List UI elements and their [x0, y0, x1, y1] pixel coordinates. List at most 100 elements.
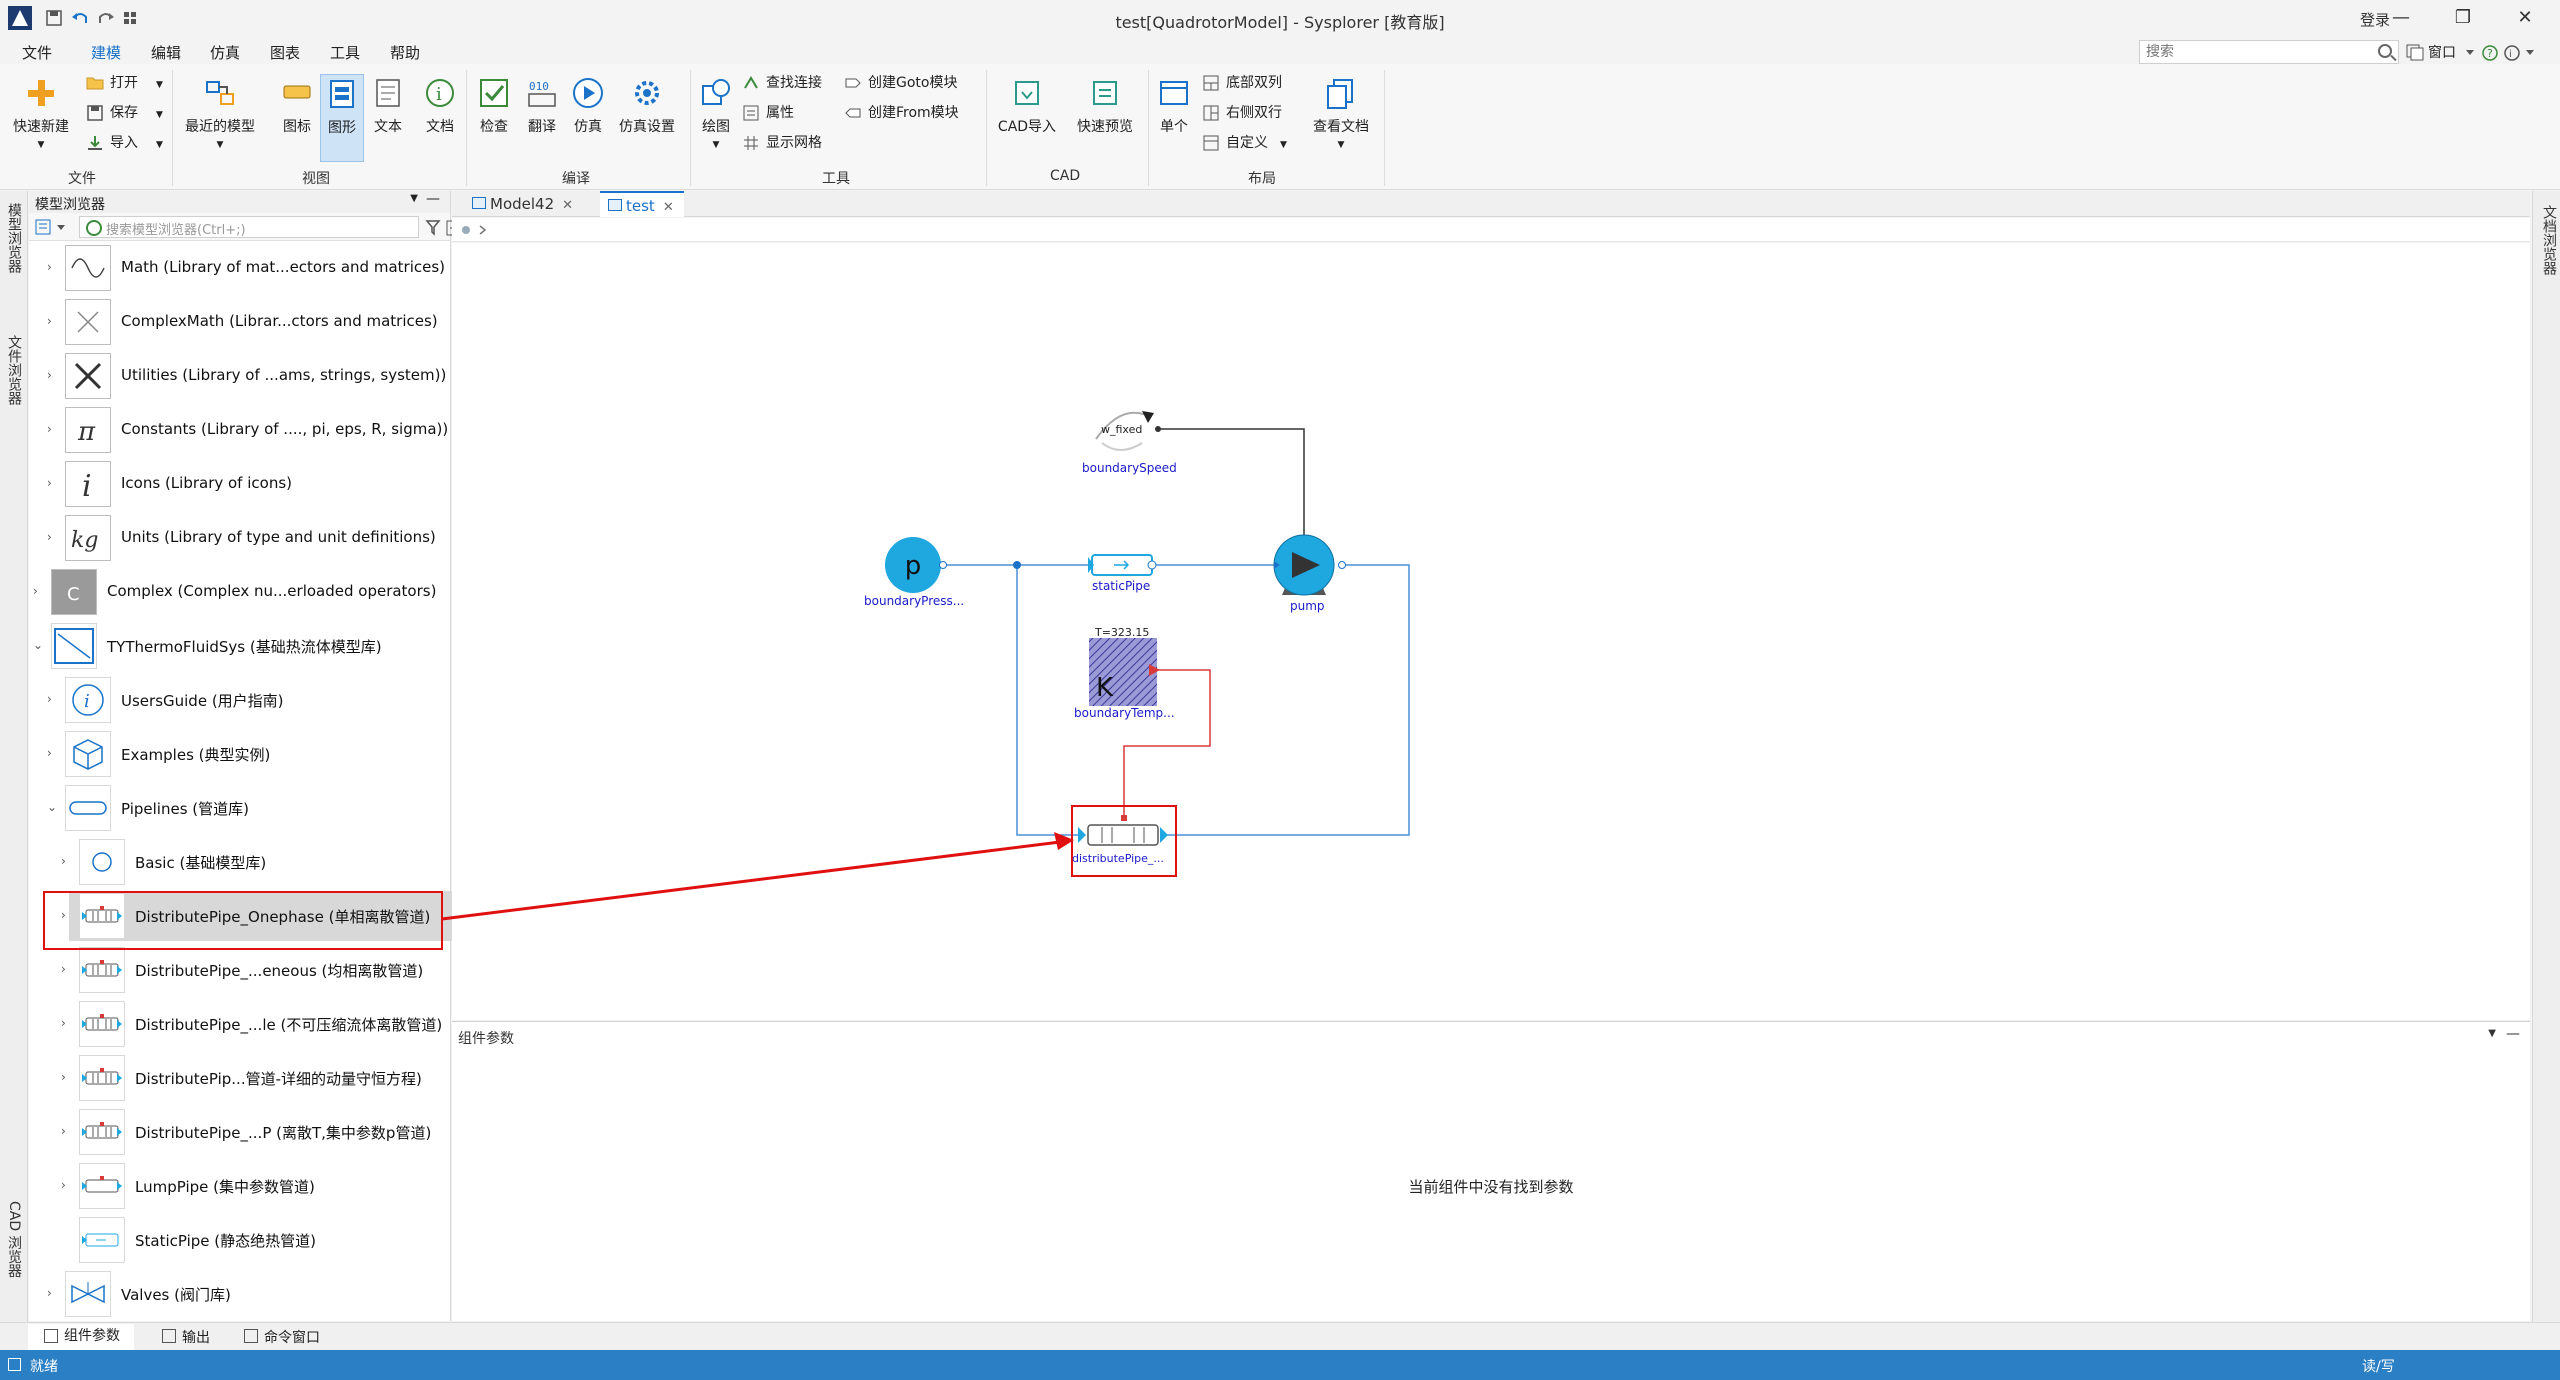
- bottom-dual-button[interactable]: 底部双列: [1202, 72, 1282, 94]
- tree-item[interactable]: › DistributePipe_...P (离散T,集中参数p管道): [29, 1105, 431, 1159]
- tree-item[interactable]: › LumpPipe (集中参数管道): [29, 1159, 429, 1213]
- menu-tools[interactable]: 工具: [330, 42, 360, 63]
- window-menu[interactable]: 窗口: [2428, 42, 2456, 62]
- chevron-right-icon[interactable]: ›: [61, 1124, 66, 1138]
- layout-toggle-icon[interactable]: [2405, 42, 2425, 62]
- search-icon[interactable]: [2378, 44, 2392, 58]
- diagram-canvas[interactable]: w_fixed boundarySpeed p boundaryPress...…: [452, 243, 2530, 1020]
- connection-distpipe-to-junction[interactable]: [1016, 565, 1078, 836]
- chevron-right-icon[interactable]: ›: [61, 854, 66, 868]
- tree-item[interactable]: StaticPipe (静态绝热管道): [29, 1213, 429, 1267]
- save-button[interactable]: 保存 ▼: [86, 102, 163, 124]
- find-connection-button[interactable]: 查找连接: [742, 72, 822, 94]
- tab-component-params[interactable]: 组件参数: [28, 1324, 134, 1350]
- open-button[interactable]: 打开 ▼: [86, 72, 163, 94]
- custom-layout-button[interactable]: 自定义 ▼: [1202, 132, 1287, 154]
- model-browser-search[interactable]: 搜索模型浏览器(Ctrl+;): [79, 216, 419, 238]
- close-button[interactable]: ✕: [2502, 4, 2548, 34]
- chevron-right-icon[interactable]: ›: [47, 422, 52, 436]
- tree-item[interactable]: › π Constants (Library of ...., pi, eps, R…: [29, 403, 448, 457]
- params-menu-icon[interactable]: ▼: [2488, 1028, 2496, 1039]
- chevron-right-icon[interactable]: ›: [61, 1070, 66, 1084]
- tree-item[interactable]: › ComplexMath (Librar...ctors and matrice…: [29, 295, 438, 349]
- draw-button[interactable]: 绘图 ▼: [696, 76, 736, 150]
- global-search[interactable]: [2139, 40, 2399, 64]
- pump-component[interactable]: [1273, 534, 1346, 596]
- tab-output[interactable]: 输出: [160, 1327, 210, 1347]
- simulate-button[interactable]: 仿真: [566, 76, 610, 136]
- text-view-button[interactable]: 文本: [368, 76, 408, 136]
- check-button[interactable]: 检查: [472, 76, 516, 136]
- tab-model-browser[interactable]: 模型浏览器: [4, 203, 24, 273]
- chevron-right-icon[interactable]: ›: [61, 962, 66, 976]
- connection-pump-to-distpipe[interactable]: [1166, 564, 1410, 836]
- translate-button[interactable]: 010 翻译: [520, 76, 564, 136]
- view-doc-button[interactable]: 查看文档 ▼: [1306, 76, 1376, 150]
- global-search-input[interactable]: [2140, 41, 2360, 63]
- recent-models-button[interactable]: 最近的模型 ▼: [178, 76, 262, 150]
- params-minimize-icon[interactable]: —: [2506, 1026, 2520, 1042]
- sim-setup-button[interactable]: 仿真设置: [614, 76, 680, 136]
- tree-item[interactable]: › i UsersGuide (用户指南): [29, 673, 429, 727]
- tree-item[interactable]: ⌄ Pipelines (管道库): [29, 781, 429, 835]
- create-goto-button[interactable]: 创建Goto模块: [844, 72, 957, 94]
- tree-item[interactable]: › Utilities (Library of ...ams, strings, …: [29, 349, 446, 403]
- distribute-pipe-component[interactable]: [1071, 805, 1177, 877]
- chevron-down-icon[interactable]: ⌄: [33, 638, 43, 652]
- tree-item[interactable]: › DistributePipe_Onephase (单相离散管道): [29, 889, 463, 943]
- tree-item[interactable]: › Math (Library of mat...ectors and matri…: [29, 241, 445, 295]
- chevron-right-icon[interactable]: ›: [47, 314, 52, 328]
- tree-item[interactable]: › DistributePipe_...le (不可压缩流体离散管道): [29, 997, 442, 1051]
- single-layout-button[interactable]: 单个: [1154, 76, 1194, 136]
- tab-file-browser[interactable]: 文件浏览器: [4, 335, 24, 405]
- help-icons[interactable]: ? i: [2462, 44, 2552, 62]
- tab-model42[interactable]: Model42 ✕: [464, 191, 583, 217]
- chevron-right-icon[interactable]: ›: [47, 1286, 52, 1300]
- panel-minimize-icon[interactable]: —: [426, 191, 440, 207]
- menu-modeling[interactable]: 建模: [86, 42, 126, 68]
- static-pipe-component[interactable]: [1088, 554, 1157, 576]
- filter-icon[interactable]: [425, 219, 443, 237]
- chevron-right-icon[interactable]: ›: [47, 368, 52, 382]
- chevron-right-icon[interactable]: ›: [47, 530, 52, 544]
- breadcrumb-nav-icon[interactable]: [460, 224, 500, 236]
- chevron-right-icon[interactable]: ›: [47, 692, 52, 706]
- panel-menu-icon[interactable]: ▼: [410, 193, 418, 204]
- chevron-right-icon[interactable]: ›: [47, 476, 52, 490]
- tree-item[interactable]: ⌄ TYThermoFluidSys (基础热流体模型库): [29, 619, 429, 673]
- tree-item[interactable]: › C Complex (Complex nu...erloaded operato…: [29, 565, 436, 619]
- tab-doc-browser[interactable]: 文档浏览器: [2539, 205, 2559, 275]
- tree-item[interactable]: › Valves (阀门库): [29, 1267, 429, 1321]
- restore-button[interactable]: ❐: [2440, 4, 2486, 34]
- tree-item[interactable]: › Basic (基础模型库): [29, 835, 429, 889]
- chevron-down-icon[interactable]: ⌄: [47, 800, 57, 814]
- cad-import-button[interactable]: CAD导入: [994, 76, 1060, 136]
- close-tab-icon[interactable]: ✕: [562, 198, 573, 213]
- menu-simulation[interactable]: 仿真: [210, 42, 240, 63]
- chevron-right-icon[interactable]: ›: [33, 584, 38, 598]
- minimize-button[interactable]: —: [2378, 4, 2424, 34]
- quick-preview-button[interactable]: 快速预览: [1070, 76, 1140, 136]
- menu-charts[interactable]: 图表: [270, 42, 300, 63]
- icon-view-button[interactable]: 图标: [276, 76, 318, 160]
- tree-item[interactable]: › i Icons (Library of icons): [29, 457, 429, 511]
- chevron-right-icon[interactable]: ›: [47, 746, 52, 760]
- menu-edit[interactable]: 编辑: [151, 42, 181, 63]
- tree-item[interactable]: › DistributePipe_...eneous (均相离散管道): [29, 943, 429, 997]
- right-dual-button[interactable]: 右侧双行: [1202, 102, 1282, 124]
- chevron-right-icon[interactable]: ›: [61, 1178, 66, 1192]
- tree-item[interactable]: › Examples (典型实例): [29, 727, 429, 781]
- chevron-right-icon[interactable]: ›: [47, 260, 52, 274]
- diagram-view-button[interactable]: 图形: [320, 74, 364, 162]
- show-grid-button[interactable]: 显示网格: [742, 132, 822, 154]
- view-mode-icon[interactable]: [35, 218, 71, 236]
- chevron-right-icon[interactable]: ›: [61, 908, 66, 922]
- tree-item[interactable]: › kg Units (Library of type and unit defin…: [29, 511, 436, 565]
- speed-signal-line[interactable]: [1158, 428, 1305, 538]
- quick-new-button[interactable]: 快速新建 ▼: [10, 76, 72, 150]
- tab-cad-browser[interactable]: CAD 浏览器: [4, 1201, 24, 1278]
- menu-help[interactable]: 帮助: [390, 42, 420, 63]
- create-from-button[interactable]: 创建From模块: [844, 102, 959, 124]
- model-diagram[interactable]: w_fixed boundarySpeed p boundaryPress...…: [452, 243, 2530, 1020]
- properties-button[interactable]: 属性: [742, 102, 794, 124]
